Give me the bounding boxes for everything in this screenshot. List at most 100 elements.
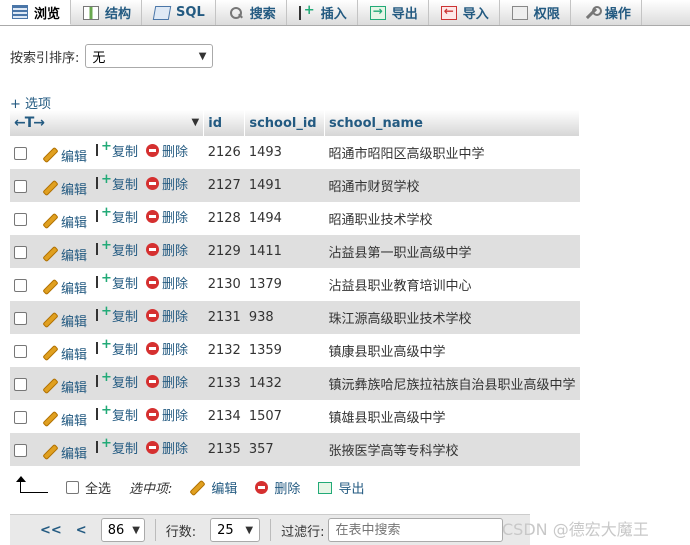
row-delete-button[interactable]: 删除	[146, 174, 188, 193]
row-checkbox[interactable]	[14, 345, 27, 358]
column-header-id[interactable]: id	[203, 110, 246, 136]
cell-id[interactable]: 2133	[203, 367, 245, 400]
rows-per-page-select[interactable]: 25 ▼	[210, 518, 261, 542]
cell-school-id[interactable]: 357	[244, 433, 325, 466]
row-delete-label[interactable]: 删除	[162, 174, 188, 193]
cell-school-id[interactable]: 1493	[245, 136, 325, 169]
row-delete-label[interactable]: 删除	[162, 405, 188, 424]
row-edit-label[interactable]: 编辑	[61, 278, 87, 297]
tab-import[interactable]: 导入	[429, 0, 500, 25]
cell-id[interactable]: 2135	[203, 433, 245, 466]
row-edit-button[interactable]: 编辑	[43, 245, 87, 264]
row-delete-button[interactable]: 删除	[146, 240, 188, 259]
tab-insert[interactable]: 插入	[287, 0, 358, 25]
cell-id[interactable]: 2132	[204, 334, 245, 367]
row-copy-button[interactable]: 复制	[95, 304, 138, 325]
tab-structure[interactable]: 结构	[71, 0, 143, 25]
row-copy-button[interactable]: 复制	[95, 337, 138, 358]
row-copy-button[interactable]: 复制	[95, 238, 138, 259]
row-edit-button[interactable]: 编辑	[43, 443, 87, 462]
cell-school-id[interactable]: 1379	[245, 268, 325, 301]
tab-search[interactable]: 搜索	[216, 0, 287, 25]
cell-school-name[interactable]: 张掖医学高等专科学校	[324, 433, 580, 466]
page-number-select[interactable]: 86 ▼	[100, 518, 145, 542]
row-edit-label[interactable]: 编辑	[61, 344, 87, 363]
row-checkbox[interactable]	[14, 213, 27, 226]
row-copy-button[interactable]: 复制	[95, 139, 138, 160]
bulk-delete-label[interactable]: 删除	[274, 478, 300, 497]
cell-id[interactable]: 2128	[204, 202, 245, 235]
cell-id[interactable]: 2131	[203, 301, 245, 334]
row-delete-button[interactable]: 删除	[146, 372, 188, 391]
row-edit-button[interactable]: 编辑	[43, 179, 87, 198]
tab-sql[interactable]: SQL	[142, 0, 216, 25]
row-edit-button[interactable]: 编辑	[43, 410, 87, 429]
bulk-edit-button[interactable]: 编辑	[190, 478, 237, 497]
select-all-toggle[interactable]: 全选	[66, 478, 111, 497]
bulk-export-button[interactable]: 导出	[318, 478, 364, 497]
row-checkbox[interactable]	[14, 246, 27, 259]
sort-chevron-icon[interactable]: ▼	[192, 117, 200, 128]
cell-id[interactable]: 2127	[203, 169, 245, 202]
cell-school-name[interactable]: 沾益县第一职业高级中学	[324, 235, 580, 268]
row-copy-label[interactable]: 复制	[112, 306, 138, 325]
cell-school-id[interactable]: 1359	[245, 334, 325, 367]
row-edit-button[interactable]: 编辑	[43, 377, 87, 396]
row-checkbox[interactable]	[14, 312, 27, 325]
cell-school-name[interactable]: 镇雄县职业高级中学	[324, 400, 579, 433]
row-edit-button[interactable]: 编辑	[43, 212, 87, 231]
row-delete-button[interactable]: 删除	[146, 207, 188, 226]
row-copy-label[interactable]: 复制	[112, 207, 138, 226]
cell-school-id[interactable]: 1432	[244, 367, 325, 400]
row-copy-label[interactable]: 复制	[112, 405, 138, 424]
cell-school-id[interactable]: 1411	[244, 235, 325, 268]
prev-page-button[interactable]: <	[76, 523, 87, 538]
cell-school-id[interactable]: 938	[244, 301, 325, 334]
row-checkbox[interactable]	[14, 378, 27, 391]
row-copy-button[interactable]: 复制	[95, 271, 138, 292]
row-copy-label[interactable]: 复制	[112, 273, 138, 292]
row-copy-button[interactable]: 复制	[95, 172, 138, 193]
row-copy-button[interactable]: 复制	[95, 436, 138, 457]
bulk-export-label[interactable]: 导出	[338, 478, 364, 497]
row-checkbox[interactable]	[14, 180, 27, 193]
tab-privileges[interactable]: 权限	[500, 0, 571, 25]
row-copy-button[interactable]: 复制	[95, 205, 138, 226]
tab-export[interactable]: 导出	[358, 0, 429, 25]
row-delete-button[interactable]: 删除	[146, 306, 188, 325]
row-edit-label[interactable]: 编辑	[61, 245, 87, 264]
cell-school-id[interactable]: 1491	[244, 169, 325, 202]
row-edit-button[interactable]: 编辑	[43, 278, 87, 297]
cell-school-id[interactable]: 1507	[245, 400, 325, 433]
row-delete-label[interactable]: 删除	[162, 306, 188, 325]
row-edit-label[interactable]: 编辑	[61, 410, 87, 429]
row-copy-label[interactable]: 复制	[112, 174, 138, 193]
tab-browse[interactable]: 浏览	[0, 0, 72, 25]
row-delete-label[interactable]: 删除	[162, 273, 188, 292]
row-delete-label[interactable]: 删除	[162, 339, 188, 358]
row-delete-button[interactable]: 删除	[146, 405, 188, 424]
row-checkbox[interactable]	[14, 147, 27, 160]
bulk-delete-button[interactable]: 删除	[255, 478, 300, 497]
row-edit-label[interactable]: 编辑	[61, 311, 87, 330]
cell-school-name[interactable]: 珠江源高级职业技术学校	[324, 301, 580, 334]
cell-id[interactable]: 2129	[203, 235, 245, 268]
row-delete-button[interactable]: 删除	[146, 438, 188, 457]
row-delete-label[interactable]: 删除	[162, 372, 188, 391]
sort-by-index-select[interactable]: 无 ▼	[85, 44, 214, 68]
select-all-checkbox[interactable]	[66, 481, 79, 494]
row-delete-label[interactable]: 删除	[162, 438, 188, 457]
filter-rows-input[interactable]	[328, 518, 504, 542]
column-header-school-id[interactable]: school_id	[244, 110, 325, 136]
row-checkbox[interactable]	[14, 444, 27, 457]
row-copy-button[interactable]: 复制	[95, 370, 138, 391]
row-delete-button[interactable]: 删除	[146, 141, 188, 160]
first-page-button[interactable]: <<	[40, 523, 62, 538]
row-edit-label[interactable]: 编辑	[61, 443, 87, 462]
column-nav-arrows[interactable]: ←T→	[14, 115, 45, 131]
tab-operations[interactable]: 操作	[571, 0, 642, 25]
row-delete-button[interactable]: 删除	[146, 273, 188, 292]
row-copy-label[interactable]: 复制	[112, 141, 138, 160]
cell-school-name[interactable]: 昭通职业技术学校	[324, 202, 579, 235]
row-copy-label[interactable]: 复制	[112, 240, 138, 259]
